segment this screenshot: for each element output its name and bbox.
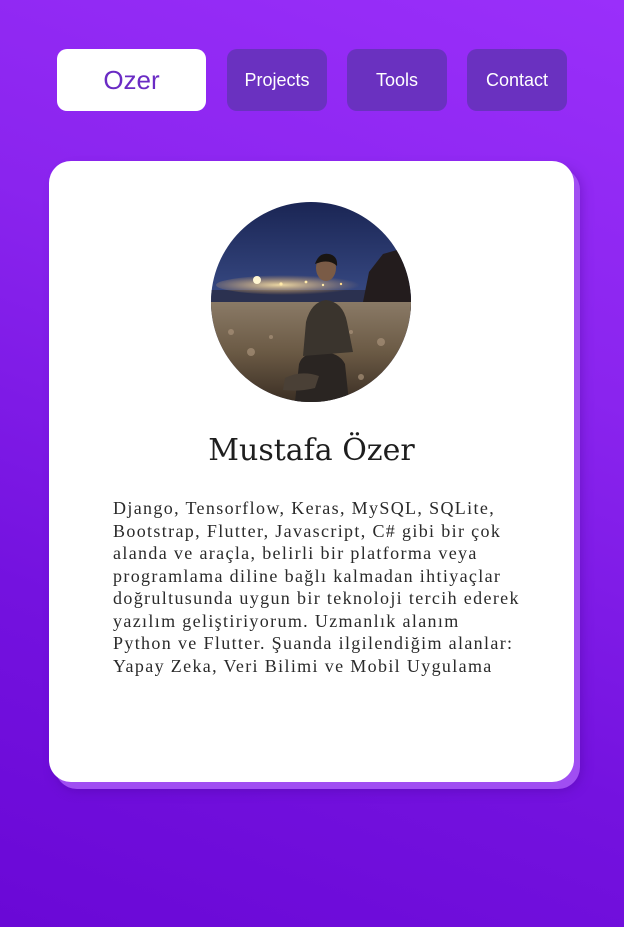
profile-bio: Django, Tensorflow, Keras, MySQL, SQLite… [113, 498, 520, 676]
nav-contact-button[interactable]: Contact [467, 49, 567, 111]
home-button[interactable]: Ozer [57, 49, 206, 111]
profile-card: Mustafa Özer Django, Tensorflow, Keras, … [49, 161, 574, 782]
profile-photo [211, 202, 411, 402]
nav-projects-button[interactable]: Projects [227, 49, 327, 111]
nav-tools-button[interactable]: Tools [347, 49, 447, 111]
profile-name: Mustafa Özer [208, 433, 415, 468]
